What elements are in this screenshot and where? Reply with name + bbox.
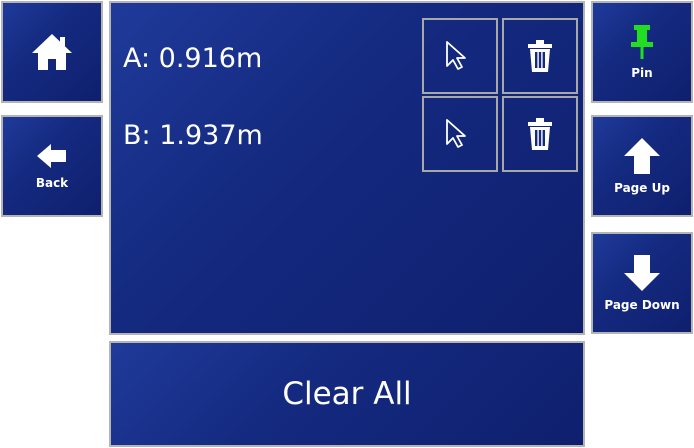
- measurement-b-value: B: 1.937m: [123, 120, 263, 151]
- arrow-up-icon: [624, 138, 660, 174]
- trash-icon: [528, 40, 552, 72]
- select-measurement-b-button[interactable]: [422, 96, 498, 172]
- page-down-button[interactable]: Page Down: [591, 232, 693, 334]
- back-label: Back: [35, 176, 69, 190]
- delete-measurement-b-button[interactable]: [502, 96, 578, 172]
- home-icon: [32, 34, 72, 70]
- clear-all-label: Clear All: [282, 376, 412, 412]
- cursor-arrow-icon: [446, 41, 466, 70]
- pushpin-icon: [631, 25, 653, 59]
- measurement-a-value: A: 0.916m: [123, 43, 263, 74]
- page-up-label: Page Up: [614, 181, 670, 195]
- page-down-label: Page Down: [604, 298, 680, 312]
- home-button[interactable]: [1, 1, 103, 103]
- select-measurement-a-button[interactable]: [422, 18, 498, 94]
- clear-all-button[interactable]: Clear All: [109, 341, 585, 447]
- delete-measurement-a-button[interactable]: [502, 18, 578, 94]
- cursor-arrow-icon: [446, 119, 466, 148]
- page-up-button[interactable]: Page Up: [591, 115, 693, 217]
- measurements-panel: A: 0.916m B: 1.937m: [109, 1, 585, 335]
- pin-label: Pin: [631, 66, 653, 80]
- pin-button[interactable]: Pin: [591, 1, 693, 103]
- arrow-down-icon: [624, 255, 660, 291]
- back-button[interactable]: Back: [1, 115, 103, 217]
- trash-icon: [528, 118, 552, 150]
- arrow-left-icon: [37, 144, 66, 168]
